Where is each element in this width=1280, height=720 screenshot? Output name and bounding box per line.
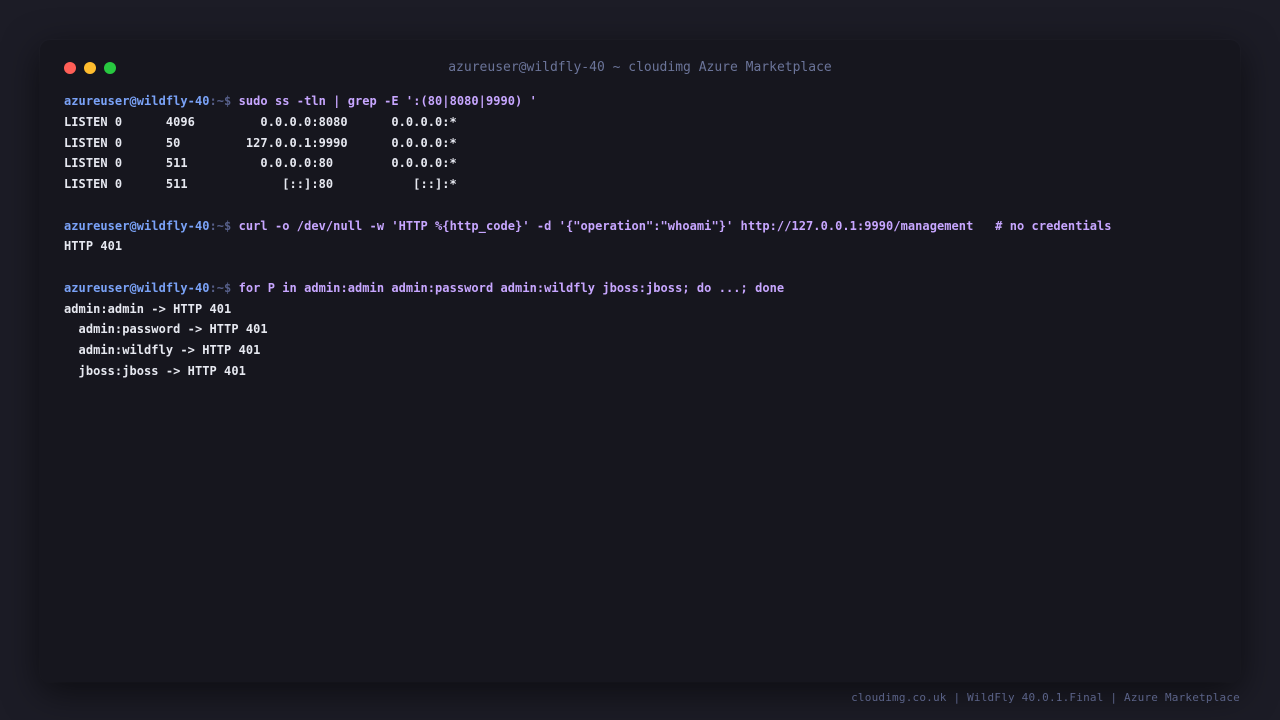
command-text: curl -o /dev/null -w 'HTTP %{http_code}'… [238,218,1112,233]
command-text: sudo ss -tln | grep -E ':(80|8080|9990) … [238,94,537,108]
prompt-user-host: azureuser@wildfly-40 [64,94,210,108]
output-line: jboss:jboss -> HTTP 401 [64,363,246,378]
output-line: admin:wildfly -> HTTP 401 [64,343,261,357]
prompt-path: :~$ [209,280,239,295]
output-line: admin:admin -> HTTP 401 [64,301,232,316]
command-line: azureuser@wildfly-40:~$ sudo ss -tln | g… [64,91,1220,112]
output-line: admin:password -> HTTP 401 [64,322,268,337]
prompt-path: :~$ [209,218,239,233]
output-line: LISTEN 0 50 127.0.0.1:9990 0.0.0.0:* [64,135,457,150]
output-line: LISTEN 0 511 0.0.0.0:80 0.0.0.0:* [64,156,457,171]
output-line: LISTEN 0 511 [::]:80 [::]:* [64,177,457,191]
command-line: azureuser@wildfly-40:~$ curl -o /dev/nul… [64,216,1220,237]
output-line: LISTEN 0 4096 0.0.0.0:8080 0.0.0.0:* [64,114,457,129]
terminal-window[interactable]: azureuser@wildfly-40 ~ cloudimg Azure Ma… [40,40,1240,682]
prompt-user-host: azureuser@wildfly-40 [64,280,210,295]
prompt-path: :~$ [209,94,239,108]
command-text: for P in admin:admin admin:password admi… [238,280,785,295]
title-bar[interactable]: azureuser@wildfly-40 ~ cloudimg Azure Ma… [40,40,1240,96]
footer-caption: cloudimg.co.uk | WildFly 40.0.1.Final | … [851,691,1240,704]
terminal-output[interactable]: azureuser@wildfly-40:~$ sudo ss -tln | g… [64,91,1220,382]
window-title: azureuser@wildfly-40 ~ cloudimg Azure Ma… [448,60,832,75]
output-line: HTTP 401 [64,239,123,254]
command-line: azureuser@wildfly-40:~$ for P in admin:a… [64,278,1220,299]
prompt-user-host: azureuser@wildfly-40 [64,218,210,233]
